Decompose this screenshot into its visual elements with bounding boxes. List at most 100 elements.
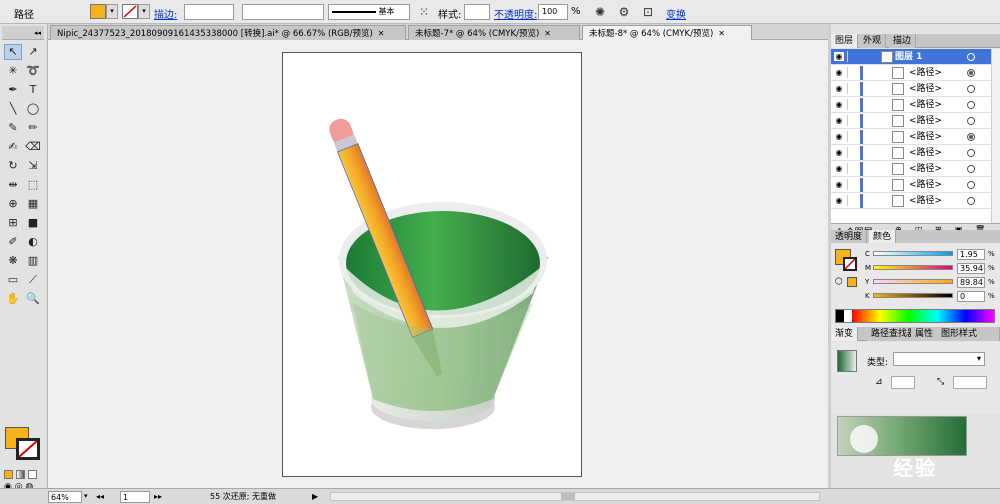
variable-width-profile-select[interactable]	[242, 4, 324, 20]
transform-link[interactable]: 变换	[666, 6, 686, 21]
stroke-weight-field[interactable]	[184, 4, 234, 20]
artboard[interactable]	[282, 52, 582, 477]
status-menu-arrow[interactable]: ▶	[312, 491, 318, 503]
lock-toggle[interactable]	[847, 67, 857, 78]
layer-name[interactable]: <路径>	[909, 195, 942, 207]
prev-artboard-icon[interactable]: ◂◂	[96, 491, 104, 503]
brush-definition-select[interactable]: 基本	[328, 4, 410, 20]
target-circle-icon[interactable]	[967, 101, 975, 109]
fill-dropdown-arrow[interactable]: ▾	[106, 4, 118, 19]
lock-toggle[interactable]	[847, 51, 857, 62]
channel-value[interactable]: 0	[957, 291, 985, 302]
width-tool-icon[interactable]: ⇹	[4, 177, 22, 193]
channel-slider[interactable]	[873, 279, 953, 284]
target-circle-icon[interactable]	[967, 69, 975, 77]
visibility-eye-icon[interactable]: ◉	[834, 116, 844, 125]
shape-builder-tool-icon[interactable]: ⊕	[4, 196, 22, 212]
layer-name[interactable]: <路径>	[909, 99, 942, 111]
ellipse-tool-icon[interactable]: ◯	[24, 101, 42, 117]
tab-untitled-8[interactable]: 未标题-8* @ 64% (CMYK/预览) ✕	[582, 25, 752, 40]
lock-toggle[interactable]	[847, 163, 857, 174]
target-circle-icon[interactable]	[967, 149, 975, 157]
layer-row[interactable]: ◉ <路径>	[831, 113, 991, 129]
tab-attributes[interactable]: 属性	[911, 327, 939, 341]
visibility-eye-icon[interactable]: ◉	[834, 148, 844, 157]
lock-toggle[interactable]	[847, 131, 857, 142]
lock-toggle[interactable]	[847, 147, 857, 158]
layers-scrollbar[interactable]	[991, 49, 1000, 223]
layer-row[interactable]: ◉ <路径>	[831, 65, 991, 81]
visibility-eye-icon[interactable]: ◉	[834, 68, 844, 77]
visibility-eye-icon[interactable]: ◉	[834, 196, 844, 205]
recolor-icon[interactable]: ⁙	[416, 4, 432, 20]
lock-toggle[interactable]	[847, 115, 857, 126]
layer-row-top[interactable]: ◉ 图层 1	[831, 49, 991, 65]
close-icon[interactable]: ✕	[378, 29, 385, 38]
column-graph-tool-icon[interactable]: ▥	[24, 253, 42, 269]
paintbrush-tool-icon[interactable]: ✎	[4, 120, 22, 136]
layer-row[interactable]: ◉ <路径>	[831, 81, 991, 97]
scale-tool-icon[interactable]: ⇲	[24, 158, 42, 174]
color-spectrum-bar[interactable]	[835, 309, 995, 323]
scroll-thumb[interactable]	[561, 493, 575, 500]
slice-tool-icon[interactable]: ⟋	[24, 272, 42, 288]
eyedropper-tool-icon[interactable]: ✐	[4, 234, 22, 250]
out-of-gamut-icon[interactable]: ⬡	[835, 277, 843, 287]
layer-row[interactable]: ◉ <路径>	[831, 161, 991, 177]
zoom-dropdown-arrow[interactable]: ▾	[84, 491, 88, 503]
opacity-field[interactable]: 100	[538, 4, 568, 20]
layer-name[interactable]: 图层 1	[895, 51, 922, 63]
next-artboard-icon[interactable]: ▸▸	[154, 491, 162, 503]
target-circle-icon[interactable]	[967, 165, 975, 173]
close-icon[interactable]: ✕	[544, 29, 551, 38]
target-circle-icon[interactable]	[967, 53, 975, 61]
tab-transparency[interactable]: 透明度	[831, 230, 868, 244]
target-circle-icon[interactable]	[967, 85, 975, 93]
layer-row[interactable]: ◉ <路径>	[831, 129, 991, 145]
line-tool-icon[interactable]: ╲	[4, 101, 22, 117]
blend-tool-icon[interactable]: ◐	[24, 234, 42, 250]
visibility-eye-icon[interactable]: ◉	[834, 100, 844, 109]
type-tool-icon[interactable]: T	[24, 82, 42, 98]
gradient-thumbnail[interactable]	[837, 350, 857, 372]
blob-brush-tool-icon[interactable]: ✍	[4, 139, 22, 155]
layer-name[interactable]: <路径>	[909, 179, 942, 191]
channel-slider[interactable]	[873, 265, 953, 270]
tab-nipic-document[interactable]: Nipic_24377523_20180909161435338000 [转换]…	[50, 25, 406, 40]
lock-toggle[interactable]	[847, 195, 857, 206]
tab-stroke[interactable]: 描边	[889, 34, 917, 48]
align-icon[interactable]: ⊡	[640, 4, 656, 20]
none-mode-button[interactable]	[28, 470, 37, 479]
artboard-tool-icon[interactable]: ▭	[4, 272, 22, 288]
layer-row[interactable]: ◉ <路径>	[831, 193, 991, 209]
perspective-grid-tool-icon[interactable]: ▦	[24, 196, 42, 212]
channel-value[interactable]: 1.95	[957, 249, 985, 260]
channel-slider[interactable]	[873, 251, 953, 256]
gamut-swatch[interactable]	[847, 277, 857, 287]
free-transform-tool-icon[interactable]: ⬚	[24, 177, 42, 193]
target-circle-icon[interactable]	[967, 197, 975, 205]
stroke-dropdown-arrow[interactable]: ▾	[138, 4, 150, 19]
symbol-sprayer-tool-icon[interactable]: ❋	[4, 253, 22, 269]
artboard-field[interactable]: 1	[120, 491, 150, 503]
gradient-aspect-field[interactable]	[953, 376, 987, 389]
zoom-tool-icon[interactable]: 🔍	[24, 291, 42, 307]
direct-selection-tool-icon[interactable]: ↗	[24, 44, 42, 60]
rotate-tool-icon[interactable]: ↻	[4, 158, 22, 174]
fill-color-swatch[interactable]	[90, 4, 106, 19]
magic-wand-tool-icon[interactable]: ✳	[4, 63, 22, 79]
opacity-label-link[interactable]: 不透明度:	[494, 6, 537, 21]
hand-tool-icon[interactable]: ✋	[4, 291, 22, 307]
tab-gradient[interactable]: 渐变	[831, 327, 859, 341]
stroke-color-swatch[interactable]	[122, 4, 138, 19]
zoom-field[interactable]: 64%	[48, 491, 82, 503]
visibility-eye-icon[interactable]: ◉	[834, 84, 844, 93]
stroke-swatch-large[interactable]	[16, 438, 40, 460]
layer-name[interactable]: <路径>	[909, 163, 942, 175]
layer-row[interactable]: ◉ <路径>	[831, 97, 991, 113]
canvas-area[interactable]	[48, 41, 828, 488]
color-stroke-swatch[interactable]	[843, 257, 857, 271]
gradient-tool-icon[interactable]: ■	[24, 215, 42, 231]
layer-name[interactable]: <路径>	[909, 115, 942, 127]
tab-untitled-7[interactable]: 未标题-7* @ 64% (CMYK/预览) ✕	[408, 25, 580, 40]
